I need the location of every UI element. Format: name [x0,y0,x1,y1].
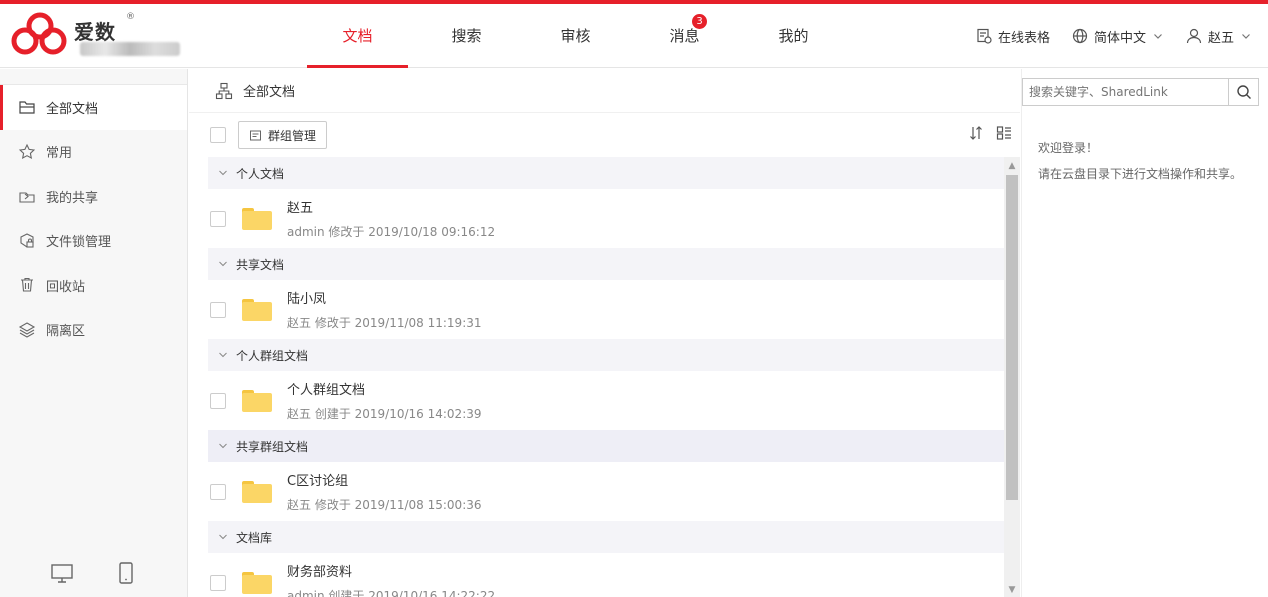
online-sheet-link[interactable]: 在线表格 [976,27,1050,46]
client-downloads [50,561,138,585]
sidebar-item-my-shares[interactable]: 我的共享 [0,174,187,219]
trash-icon [21,278,33,292]
brand-reg-mark: ® [126,12,135,22]
brand-subtitle-blurred [80,42,180,56]
sidebar-item-quarantine[interactable]: 隔离区 [0,308,187,353]
search-icon [1236,85,1251,99]
group-header-shared-group[interactable]: 共享群组文档 [208,430,1005,462]
nav-tab-search[interactable]: 搜索 [412,4,521,68]
group-manage-button[interactable]: 群组管理 [238,121,328,149]
sidebar-item-file-locks[interactable]: 文件锁管理 [0,219,187,264]
brand-name: 爱数 [74,20,116,44]
select-all-checkbox[interactable] [210,127,226,143]
list-item[interactable]: C区讨论组赵五 修改于 2019/11/08 15:00:36 [208,462,1005,521]
scroll-down-arrow-icon[interactable]: ▼ [1007,585,1017,595]
sheet-icon [977,28,992,44]
search-input[interactable] [1023,79,1228,105]
welcome-title: 欢迎登录！ [1038,141,1099,155]
item-meta: admin 修改于 2019/10/18 09:16:12 [287,225,496,239]
desktop-icon[interactable] [50,561,74,585]
chevron-down-icon [219,534,227,540]
search-button[interactable] [1228,79,1258,105]
row-checkbox[interactable] [210,392,226,409]
item-name[interactable]: 陆小凤 [287,288,482,307]
nav-tab-mine[interactable]: 我的 [739,4,848,68]
search-box [1022,78,1259,106]
item-meta: 赵五 创建于 2019/10/16 14:02:39 [287,407,482,421]
folder-icon [242,389,272,412]
nav-tab-docs[interactable]: 文档 [303,4,412,68]
row-checkbox[interactable] [210,574,226,591]
list-scrollbar[interactable]: ▲ ▼ [1004,157,1020,597]
user-icon [1186,28,1202,44]
view-tools [968,125,1012,141]
folder-open-icon [19,101,35,114]
item-meta: 赵五 修改于 2019/11/08 15:00:36 [287,498,482,512]
nav-tab-review[interactable]: 审核 [521,4,630,68]
item-name[interactable]: 财务部资料 [287,561,495,580]
logo[interactable]: 爱数 ® [8,10,183,64]
document-list: 个人文档 赵五 admin 修改于 2019/10/18 09:16:12 共享文… [208,157,1005,597]
row-checkbox[interactable] [210,483,226,500]
group-manage-icon [250,130,261,140]
item-meta: 赵五 修改于 2019/11/08 11:19:31 [287,316,482,330]
layers-icon [18,322,36,338]
header-actions: 在线表格 简体中文 赵五 [976,4,1252,68]
chevron-down-icon [219,352,227,358]
list-item[interactable]: 财务部资料 admin 创建于 2019/10/16 14:22:22 [208,553,1005,597]
mobile-icon[interactable] [114,561,138,585]
share-icon [19,192,35,203]
row-checkbox[interactable] [210,301,226,318]
hierarchy-icon [215,82,233,99]
item-name[interactable]: 个人群组文档 [287,379,482,398]
sidebar-item-favorites[interactable]: 常用 [0,130,187,175]
breadcrumb-current[interactable]: 全部文档 [243,81,295,100]
nav-tab-messages[interactable]: 消息 3 [630,4,739,68]
sidebar-item-recycle-bin[interactable]: 回收站 [0,263,187,308]
group-header-personal[interactable]: 个人文档 [208,157,1005,189]
user-menu[interactable]: 赵五 [1186,27,1252,46]
header: 爱数 ® 文档 搜索 审核 消息 3 我的 在线表格 简体中文 赵五 [0,4,1268,68]
list-item[interactable]: 陆小凤赵五 修改于 2019/11/08 11:19:31 [208,280,1005,339]
group-header-library[interactable]: 文档库 [208,521,1005,553]
welcome-hint: 请在云盘目录下进行文档操作和共享。 [1038,167,1243,181]
scroll-up-arrow-icon[interactable]: ▲ [1007,161,1017,171]
list-item[interactable]: 个人群组文档赵五 创建于 2019/10/16 14:02:39 [208,371,1005,430]
group-header-personal-group[interactable]: 个人群组文档 [208,339,1005,371]
chevron-down-icon [1242,34,1250,39]
chevron-down-icon [219,170,227,176]
message-count-badge: 3 [692,14,707,29]
chevron-down-icon [219,261,227,267]
language-selector[interactable]: 简体中文 [1072,27,1164,46]
main-nav: 文档 搜索 审核 消息 3 我的 [303,4,848,68]
item-name[interactable]: C区讨论组 [287,470,482,489]
row-checkbox[interactable] [210,210,226,227]
item-name[interactable]: 赵五 [287,197,495,216]
sort-icon[interactable] [968,125,984,141]
lock-icon [20,233,34,248]
list-view-icon[interactable] [996,125,1012,141]
info-panel: 欢迎登录！ 请在云盘目录下进行文档操作和共享。 [1021,69,1268,597]
folder-icon [242,571,272,594]
breadcrumb: 全部文档 [189,69,1020,113]
list-item[interactable]: 赵五 admin 修改于 2019/10/18 09:16:12 [208,189,1005,248]
welcome-message: 欢迎登录！ 请在云盘目录下进行文档操作和共享。 [1038,135,1242,187]
scroll-thumb[interactable] [1006,175,1018,500]
chevron-down-icon [1154,34,1162,39]
file-area: 全部文档 群组管理 个人文档 赵五 admin 修改于 2019/10/18 09… [189,69,1020,597]
toolbar: 群组管理 [189,113,1020,157]
group-header-shared[interactable]: 共享文档 [208,248,1005,280]
star-icon [18,143,36,159]
sidebar-item-all-docs[interactable]: 全部文档 [0,85,187,130]
globe-icon [1072,28,1088,44]
logo-icon [11,12,67,55]
sidebar: 全部文档 常用 我的共享 文件锁管理 回收站 隔离区 [0,69,188,597]
folder-icon [242,298,272,321]
item-meta: admin 创建于 2019/10/16 14:22:22 [287,589,496,597]
folder-icon [242,480,272,503]
folder-icon [242,207,272,230]
chevron-down-icon [219,443,227,449]
